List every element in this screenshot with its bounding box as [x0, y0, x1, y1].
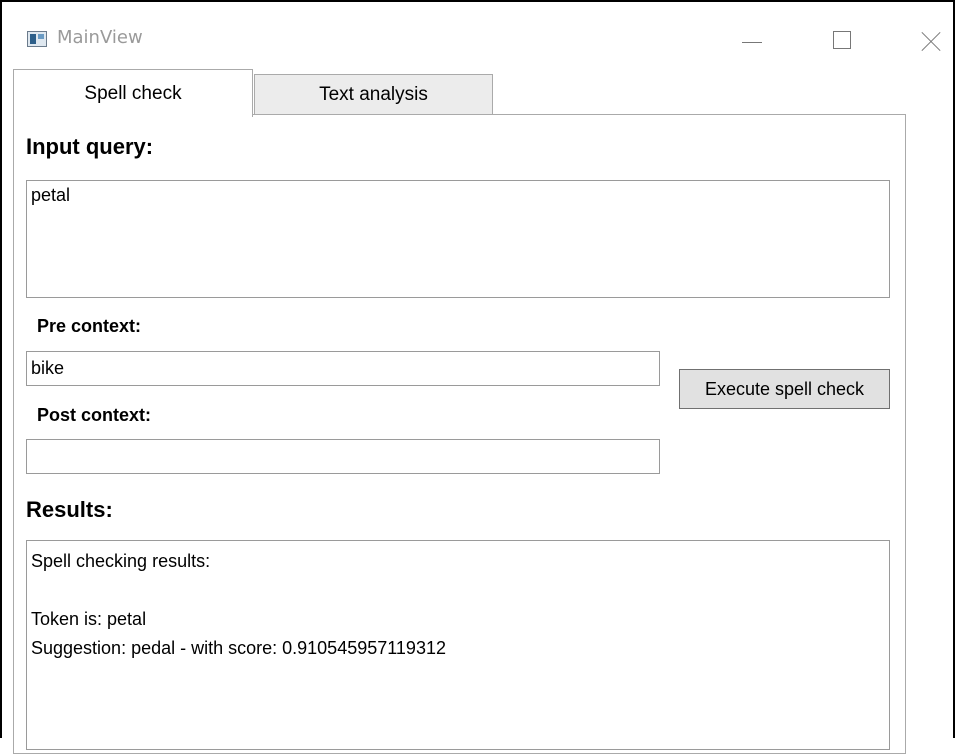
close-icon[interactable] — [910, 22, 950, 62]
results-line — [31, 576, 885, 605]
window-title: MainView — [57, 27, 143, 48]
main-window: MainView Spell check Text analysis Input… — [0, 0, 955, 754]
input-query-field[interactable]: petal — [26, 180, 890, 298]
execute-spell-check-button[interactable]: Execute spell check — [679, 369, 890, 409]
minimize-icon[interactable] — [732, 22, 772, 62]
tab-spell-check[interactable]: Spell check — [13, 69, 253, 117]
app-icon — [27, 31, 47, 47]
pre-context-field[interactable]: bike — [26, 351, 660, 386]
post-context-field[interactable] — [26, 439, 660, 474]
results-label: Results: — [26, 497, 113, 522]
results-line: Spell checking results: — [31, 551, 211, 571]
maximize-icon[interactable] — [822, 22, 862, 62]
input-query-label: Input query: — [26, 134, 154, 159]
results-line: Suggestion: pedal - with score: 0.910545… — [31, 638, 446, 658]
tab-text-analysis[interactable]: Text analysis — [254, 74, 493, 114]
results-text-area[interactable]: Spell checking results: Token is: petal … — [26, 540, 890, 750]
pre-context-label: Pre context: — [37, 316, 142, 336]
title-bar: MainView — [2, 2, 953, 72]
results-line: Token is: petal — [31, 609, 147, 629]
post-context-label: Post context: — [37, 405, 152, 425]
